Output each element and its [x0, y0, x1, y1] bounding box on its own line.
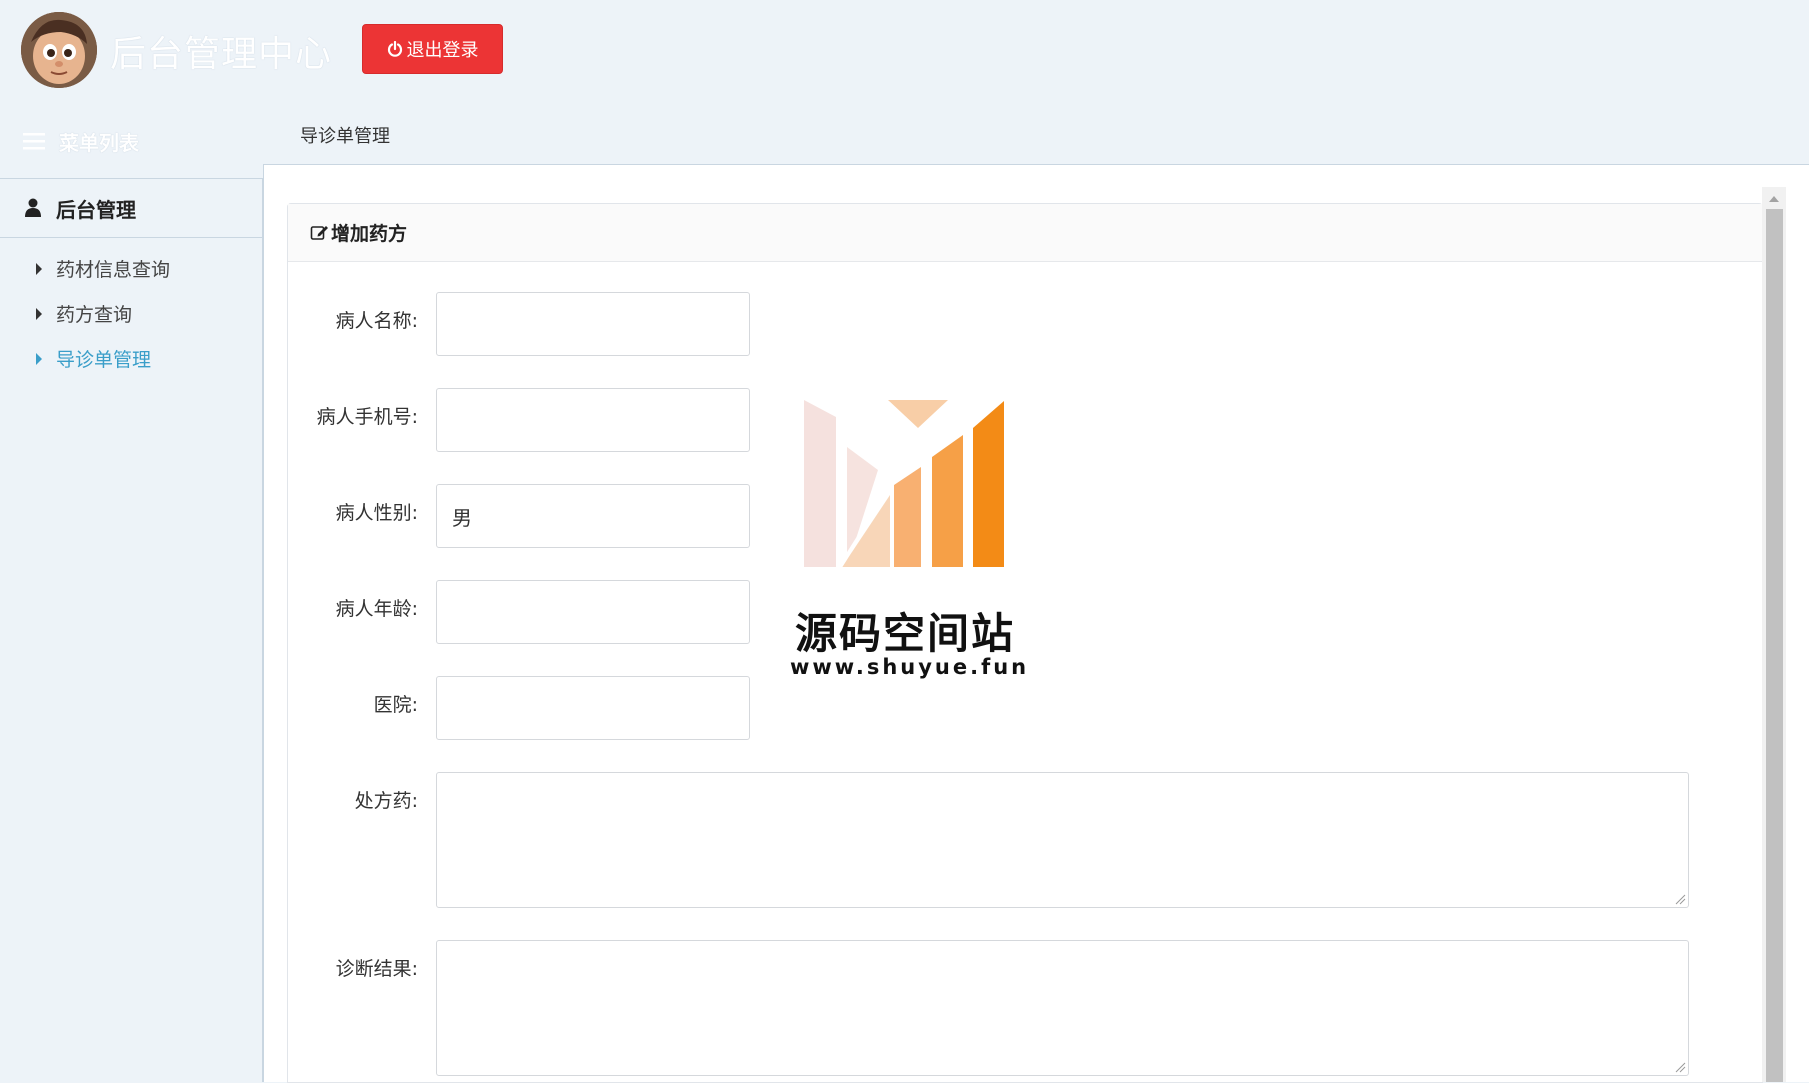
prescription-label: 处方药: [354, 790, 418, 812]
vertical-scrollbar[interactable] [1762, 187, 1786, 1082]
sidebar-item-guide-management[interactable]: 导诊单管理 [0, 336, 262, 381]
caret-right-icon [36, 262, 42, 275]
logout-button[interactable]: 退出登录 [362, 24, 503, 74]
watermark-logo: 源码空间站 www.shuyue.fun [790, 395, 1030, 685]
sidebar-item-label: 导诊单管理 [56, 349, 152, 371]
sidebar: 后台管理 药材信息查询 药方查询 导诊单管理 [0, 178, 263, 1082]
edit-icon [310, 226, 328, 240]
power-icon [387, 41, 402, 57]
sidebar-item-prescription-query[interactable]: 药方查询 [0, 291, 262, 336]
resize-grip-icon[interactable] [1674, 1061, 1686, 1073]
hospital-input[interactable] [436, 676, 750, 740]
user-avatar [21, 12, 97, 88]
form-panel: 增加药方 病人名称: 病人手机号: 病人性别: 男 病人年龄: 医院: 处方药: [287, 203, 1763, 1083]
diagnosis-textarea[interactable] [436, 940, 1689, 1076]
caret-right-icon [36, 352, 42, 365]
patient-age-label: 病人年龄: [335, 598, 418, 620]
watermark-url: www.shuyue.fun [790, 655, 1030, 679]
sidebar-item-label: 药方查询 [56, 304, 133, 326]
resize-grip-icon[interactable] [1674, 893, 1686, 905]
panel-heading: 增加药方 [288, 204, 1762, 262]
caret-right-icon [36, 307, 42, 320]
sidebar-item-label: 药材信息查询 [56, 259, 171, 281]
sidebar-group-label: 后台管理 [56, 197, 136, 222]
breadcrumb: 导诊单管理 [300, 126, 390, 147]
hospital-label: 医院: [373, 694, 418, 716]
menu-icon [23, 133, 45, 150]
scroll-up-icon[interactable] [1769, 196, 1779, 202]
scrollbar-thumb[interactable] [1766, 209, 1783, 1082]
top-bar: 后台管理中心 退出登录 [0, 0, 1809, 100]
app-title: 后台管理中心 [110, 34, 333, 75]
patient-age-input[interactable] [436, 580, 750, 644]
user-icon [25, 198, 41, 217]
sidebar-item-medicine-info[interactable]: 药材信息查询 [0, 246, 262, 291]
watermark-logo-icon [804, 400, 1004, 569]
main-content: 增加药方 病人名称: 病人手机号: 病人性别: 男 病人年龄: 医院: 处方药: [263, 164, 1809, 1083]
watermark-name: 源码空间站 [794, 609, 1015, 658]
patient-phone-label: 病人手机号: [316, 406, 418, 428]
menu-header-label: 菜单列表 [59, 130, 139, 155]
patient-gender-input[interactable]: 男 [436, 484, 750, 548]
panel-title: 增加药方 [331, 223, 408, 245]
logout-label: 退出登录 [406, 40, 479, 61]
diagnosis-label: 诊断结果: [335, 958, 418, 980]
prescription-textarea[interactable] [436, 772, 1689, 908]
patient-phone-input[interactable] [436, 388, 750, 452]
patient-name-input[interactable] [436, 292, 750, 356]
sidebar-group-admin[interactable]: 后台管理 [0, 179, 262, 238]
patient-gender-label: 病人性别: [335, 502, 418, 524]
patient-name-label: 病人名称: [335, 310, 418, 332]
menu-header[interactable]: 菜单列表 [0, 118, 262, 164]
